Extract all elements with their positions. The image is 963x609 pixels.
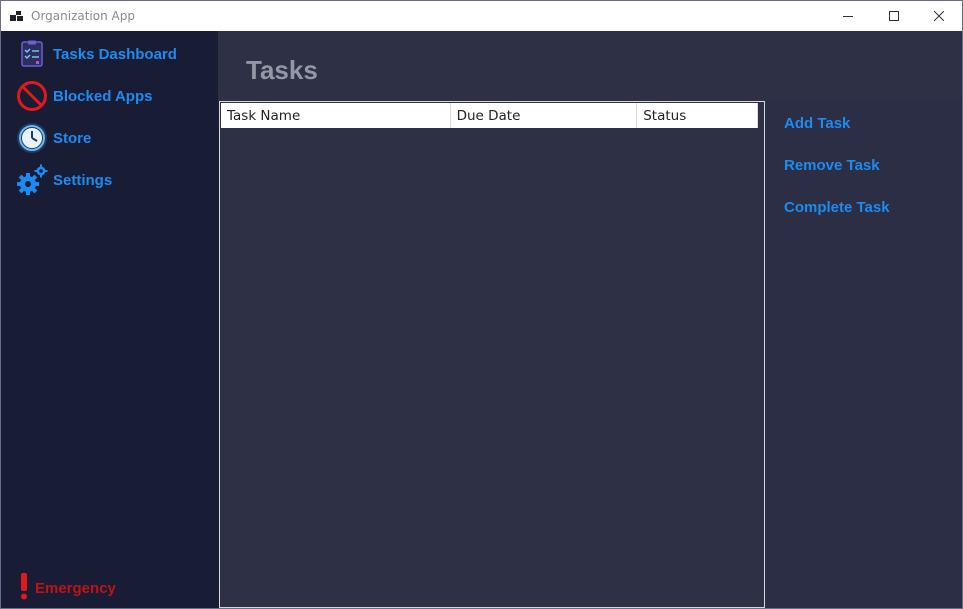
prohibited-icon xyxy=(15,79,49,113)
page-header: Tasks xyxy=(218,31,962,101)
clipboard-checklist-icon xyxy=(15,37,49,71)
maximize-icon xyxy=(889,11,899,21)
column-header-status[interactable]: Status xyxy=(637,103,758,128)
exclamation-icon xyxy=(15,571,33,606)
close-button[interactable] xyxy=(916,1,962,31)
page-title: Tasks xyxy=(246,55,318,85)
gears-icon xyxy=(15,163,49,197)
minimize-icon xyxy=(843,16,853,17)
sidebar-item-label: Tasks Dashboard xyxy=(53,45,177,63)
add-task-button[interactable]: Add Task xyxy=(784,115,850,132)
actions-panel: Add Task Remove Task Complete Task xyxy=(765,101,962,608)
table-header-row: Task Name Due Date Status xyxy=(221,103,758,128)
emergency-button[interactable]: Emergency xyxy=(15,571,116,606)
clock-icon xyxy=(15,121,49,155)
sidebar-item-label: Settings xyxy=(53,171,113,189)
column-header-due-date[interactable]: Due Date xyxy=(451,103,638,128)
sidebar-item-tasks-dashboard[interactable]: Tasks Dashboard xyxy=(15,37,177,71)
remove-task-button[interactable]: Remove Task xyxy=(784,157,880,174)
emergency-label: Emergency xyxy=(35,579,116,597)
sidebar-item-blocked-apps[interactable]: Blocked Apps xyxy=(15,79,152,113)
app-window: Organization App Tasks Dashboard Blocked… xyxy=(0,0,963,609)
complete-task-button[interactable]: Complete Task xyxy=(784,199,890,216)
window-title: Organization App xyxy=(31,9,135,23)
title-bar: Organization App xyxy=(1,1,962,31)
app-logo-icon xyxy=(10,11,23,21)
sidebar-item-settings[interactable]: Settings xyxy=(15,163,112,197)
close-icon xyxy=(934,11,944,21)
sidebar-item-store[interactable]: Store xyxy=(15,121,91,155)
maximize-button[interactable] xyxy=(871,1,917,31)
column-header-task-name[interactable]: Task Name xyxy=(221,103,451,128)
tasks-table[interactable]: Task Name Due Date Status xyxy=(219,101,765,608)
sidebar-item-label: Blocked Apps xyxy=(53,87,153,105)
sidebar: Tasks Dashboard Blocked Apps Store Setti… xyxy=(1,31,218,608)
sidebar-item-label: Store xyxy=(53,129,92,147)
minimize-button[interactable] xyxy=(825,1,871,31)
